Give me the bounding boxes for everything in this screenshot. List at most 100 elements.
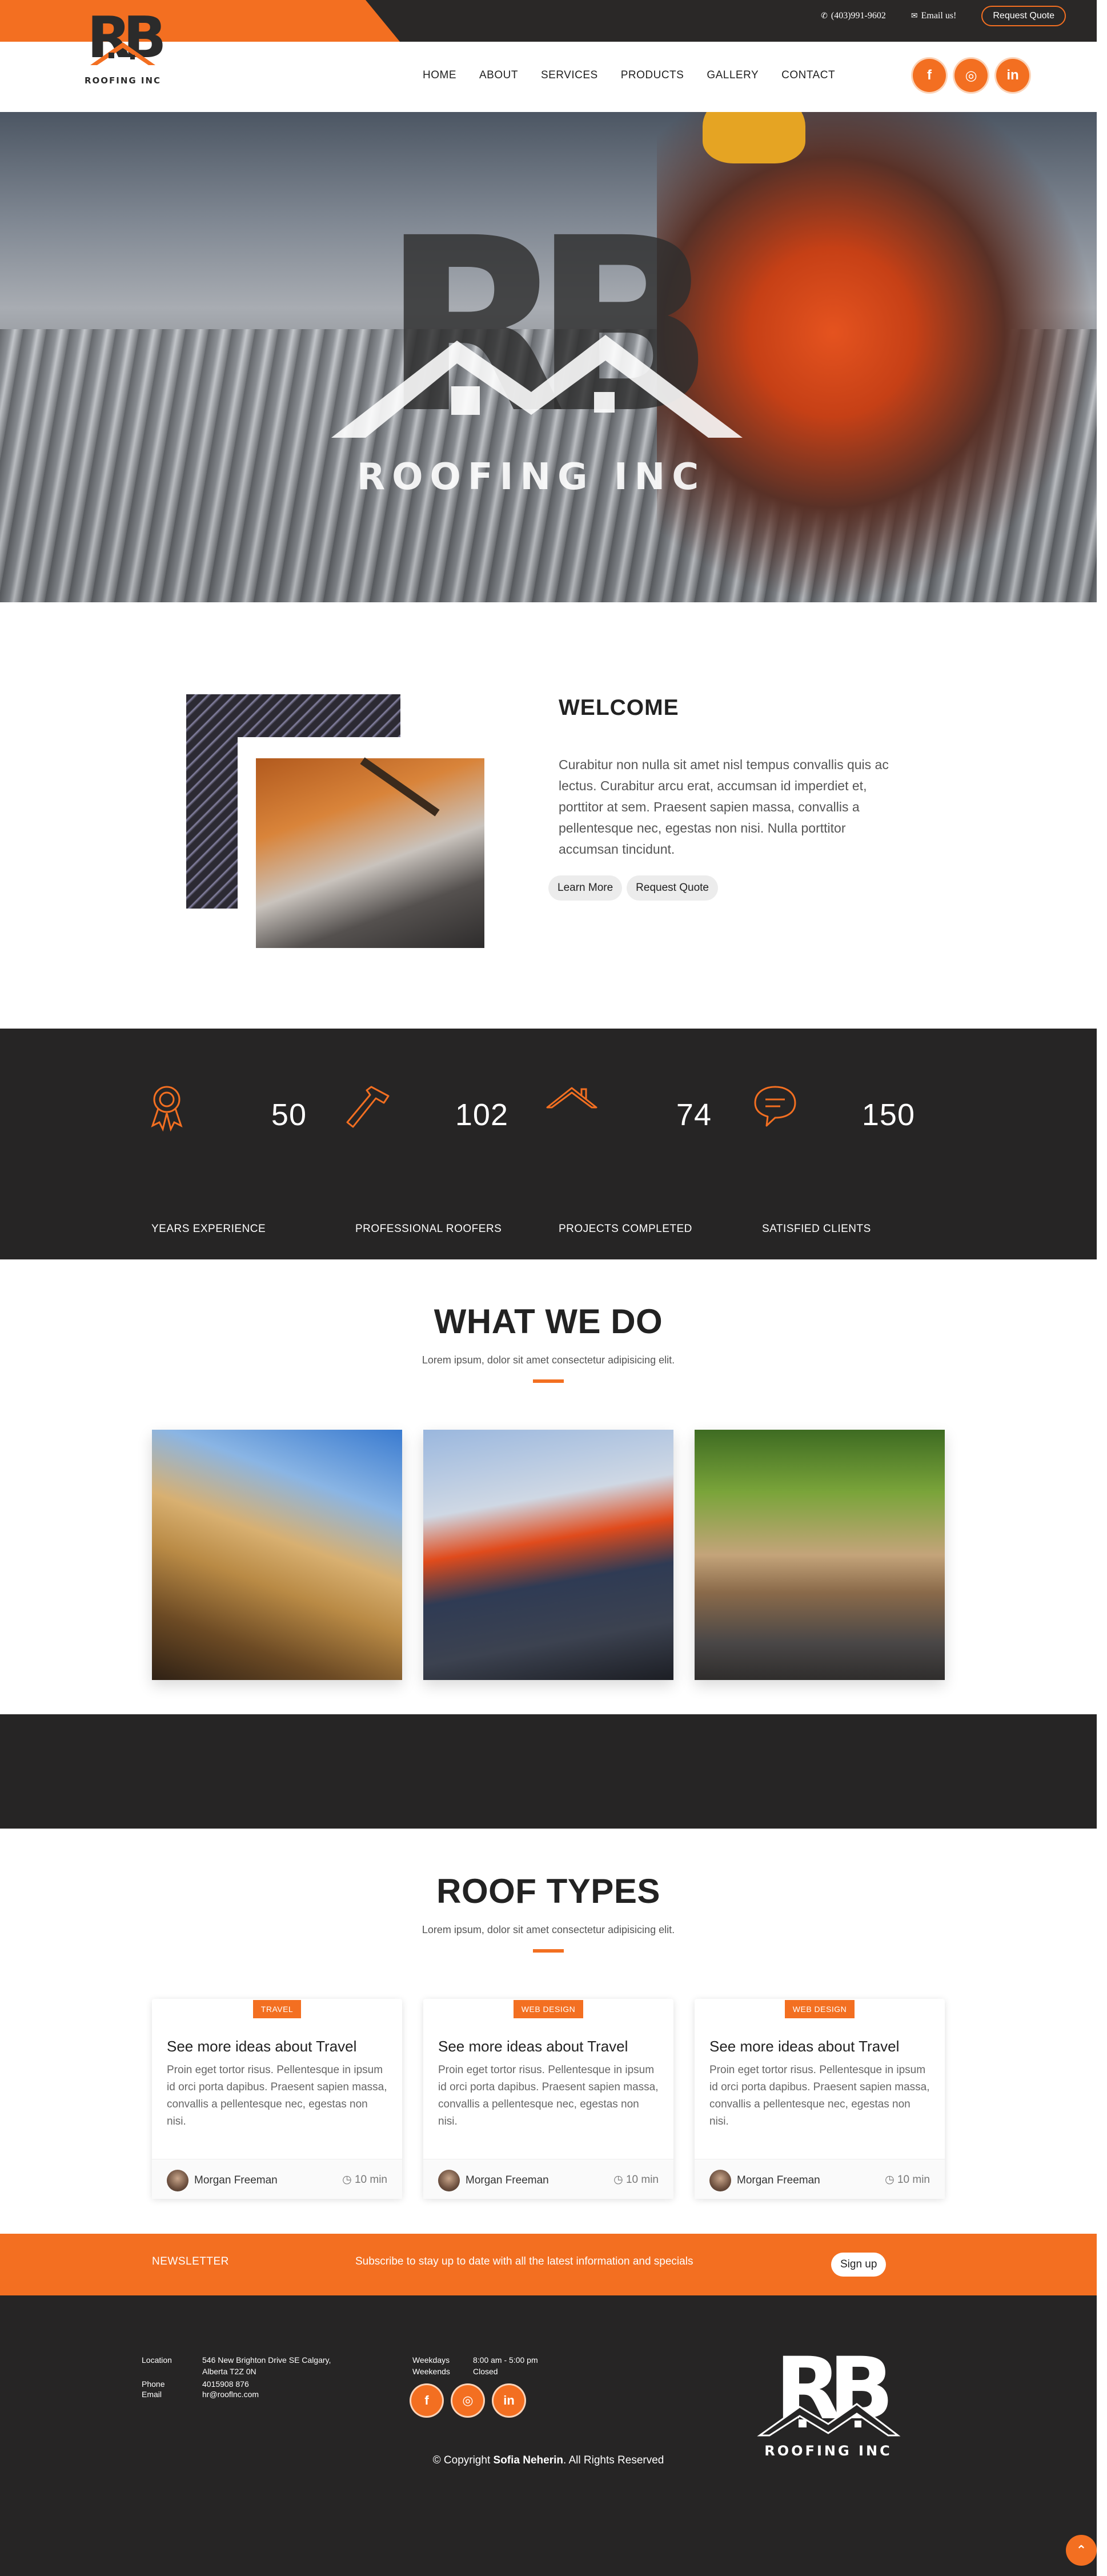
card-author: Morgan Freeman xyxy=(737,2174,820,2186)
service-image-framing[interactable] xyxy=(152,1430,402,1680)
roof-type-card[interactable]: WEB DESIGN See more ideas about Travel P… xyxy=(423,1999,673,2199)
envelope-icon: ✉ xyxy=(911,11,918,21)
section-divider xyxy=(533,1379,564,1383)
facebook-icon[interactable]: f xyxy=(411,2385,442,2416)
nav-socials: f ◎ in xyxy=(913,59,1029,92)
footer-phone[interactable]: 4015908 876 xyxy=(202,2378,249,2390)
welcome-actions: Learn More Request Quote xyxy=(548,875,718,901)
welcome-request-quote-button[interactable]: Request Quote xyxy=(627,875,718,901)
card-text: Proin eget tortor risus. Pellentesque in… xyxy=(438,2064,659,2127)
read-time: ◷ 10 min xyxy=(885,2174,930,2186)
nav-item-services[interactable]: SERVICES xyxy=(541,69,598,82)
email-label: Email xyxy=(142,2390,162,2399)
card-text: Proin eget tortor risus. Pellentesque in… xyxy=(167,2064,387,2127)
roof-types-subtitle: Lorem ipsum, dolor sit amet consectetur … xyxy=(422,1924,675,1935)
footer-contact-info: Location 546 New Brighton Drive SE Calga… xyxy=(142,2354,370,2406)
avatar xyxy=(709,2170,731,2191)
category-badge[interactable]: TRAVEL xyxy=(252,2000,302,2018)
weekdays-hours: 8:00 am - 5:00 pm xyxy=(473,2355,538,2365)
nav-item-home[interactable]: HOME xyxy=(423,69,456,82)
card-title[interactable]: See more ideas about Travel xyxy=(167,2038,356,2055)
card-text: Proin eget tortor risus. Pellentesque in… xyxy=(709,2064,930,2127)
location-label: Location xyxy=(142,2355,172,2365)
facebook-icon[interactable]: f xyxy=(913,59,946,92)
phone-label: Phone xyxy=(142,2379,165,2389)
avatar xyxy=(438,2170,460,2191)
card-author: Morgan Freeman xyxy=(466,2174,549,2186)
stat-value: 102 xyxy=(455,1098,508,1132)
category-badge[interactable]: WEB DESIGN xyxy=(513,2000,584,2018)
linkedin-icon[interactable]: in xyxy=(494,2385,524,2416)
footer-logo[interactable]: RB ROOFING INC xyxy=(748,2350,908,2464)
stat-value: 50 xyxy=(271,1098,307,1132)
card-title[interactable]: See more ideas about Travel xyxy=(709,2038,899,2055)
nav-menu: HOME ABOUT SERVICES PRODUCTS GALLERY CON… xyxy=(423,69,835,82)
top-bar-accent xyxy=(0,0,400,42)
welcome-title: WELCOME xyxy=(559,695,679,720)
stat-value: 74 xyxy=(676,1098,712,1132)
logo-text: ROOFING INC xyxy=(85,75,161,86)
location-line1: 546 New Brighton Drive SE Calgary, xyxy=(202,2355,331,2365)
stat-label: SATISFIED CLIENTS xyxy=(762,1223,871,1235)
hero-logo-letters: RB xyxy=(382,221,701,466)
site-footer: Location 546 New Brighton Drive SE Calga… xyxy=(0,2295,1097,2576)
nav-item-products[interactable]: PRODUCTS xyxy=(621,69,684,82)
email-link[interactable]: ✉ Email us! xyxy=(911,11,957,21)
location-line2: Alberta T2Z 0N xyxy=(202,2367,256,2376)
stat-label: YEARS EXPERIENCE xyxy=(151,1223,266,1235)
newsletter-text: Subscribe to stay up to date with all th… xyxy=(355,2255,693,2267)
chevron-up-icon: ⌃ xyxy=(1076,2543,1087,2557)
request-quote-button[interactable]: Request Quote xyxy=(981,5,1066,26)
learn-more-button[interactable]: Learn More xyxy=(548,875,623,901)
footer-socials: f ◎ in xyxy=(411,2385,524,2416)
scroll-to-top-button[interactable]: ⌃ xyxy=(1066,2535,1097,2566)
roof-types-title: ROOF TYPES xyxy=(436,1872,660,1910)
card-author: Morgan Freeman xyxy=(194,2174,278,2186)
hero-helmet xyxy=(703,112,805,163)
clock-icon: ◷ xyxy=(342,2174,355,2186)
copyright-author[interactable]: Sofia Neherin xyxy=(494,2454,563,2466)
card-footer: Morgan Freeman ◷ 10 min xyxy=(695,2159,945,2199)
footer-hours: Weekdays 8:00 am - 5:00 pm Weekends Clos… xyxy=(412,2354,584,2379)
newsletter-bar: NEWSLETTER Subscribe to stay up to date … xyxy=(0,2234,1097,2295)
card-title[interactable]: See more ideas about Travel xyxy=(438,2038,628,2055)
service-image-tool-belt[interactable] xyxy=(695,1430,945,1680)
roof-type-card[interactable]: WEB DESIGN See more ideas about Travel P… xyxy=(695,1999,945,2199)
footer-email[interactable]: hr@rooflnc.com xyxy=(202,2389,259,2400)
nav-item-gallery[interactable]: GALLERY xyxy=(707,69,759,82)
section-divider xyxy=(533,1949,564,1953)
phone-icon: ✆ xyxy=(821,11,828,21)
stat-value: 150 xyxy=(861,1098,915,1132)
nav-item-contact[interactable]: CONTACT xyxy=(781,69,835,82)
instagram-icon[interactable]: ◎ xyxy=(954,59,988,92)
newsletter-title: NEWSLETTER xyxy=(152,2255,229,2267)
stat-label: PROFESSIONAL ROOFERS xyxy=(355,1223,502,1235)
phone-link[interactable]: ✆ (403)991-9602 xyxy=(821,11,886,21)
weekends-label: Weekends xyxy=(412,2367,450,2376)
site-logo[interactable]: RB ROOFING INC xyxy=(69,13,177,90)
linkedin-icon[interactable]: in xyxy=(996,59,1029,92)
avatar xyxy=(167,2170,188,2191)
category-badge[interactable]: WEB DESIGN xyxy=(784,2000,855,2018)
sign-up-button[interactable]: Sign up xyxy=(831,2253,887,2277)
card-footer: Morgan Freeman ◷ 10 min xyxy=(152,2159,402,2199)
what-we-do-subtitle: Lorem ipsum, dolor sit amet consectetur … xyxy=(422,1354,675,1366)
clock-icon: ◷ xyxy=(613,2174,626,2186)
top-bar-contact: ✆ (403)991-9602 ✉ Email us! Request Quote xyxy=(821,0,1066,31)
hero-banner: RB ROOFING INC xyxy=(0,112,1097,602)
nav-item-about[interactable]: ABOUT xyxy=(479,69,518,82)
roof-type-card[interactable]: TRAVEL See more ideas about Travel Proin… xyxy=(152,1999,402,2199)
stat-label: PROJECTS COMPLETED xyxy=(559,1223,692,1235)
weekdays-label: Weekdays xyxy=(412,2355,450,2365)
copyright: © Copyright Sofia Neherin. All Rights Re… xyxy=(432,2454,664,2466)
stats-section: 50 YEARS EXPERIENCE 102 PROFESSIONAL ROO… xyxy=(0,1029,1097,1259)
read-time: ◷ 10 min xyxy=(613,2174,659,2186)
dark-divider-band xyxy=(0,1714,1097,1829)
service-image-metal-roofing[interactable] xyxy=(423,1430,673,1680)
card-footer: Morgan Freeman ◷ 10 min xyxy=(423,2159,673,2199)
what-we-do-title: WHAT WE DO xyxy=(434,1302,663,1341)
footer-logo-text: ROOFING INC xyxy=(764,2443,892,2459)
hero-logo-text: ROOFING INC xyxy=(357,456,705,498)
read-time: ◷ 10 min xyxy=(342,2174,387,2186)
instagram-icon[interactable]: ◎ xyxy=(452,2385,483,2416)
